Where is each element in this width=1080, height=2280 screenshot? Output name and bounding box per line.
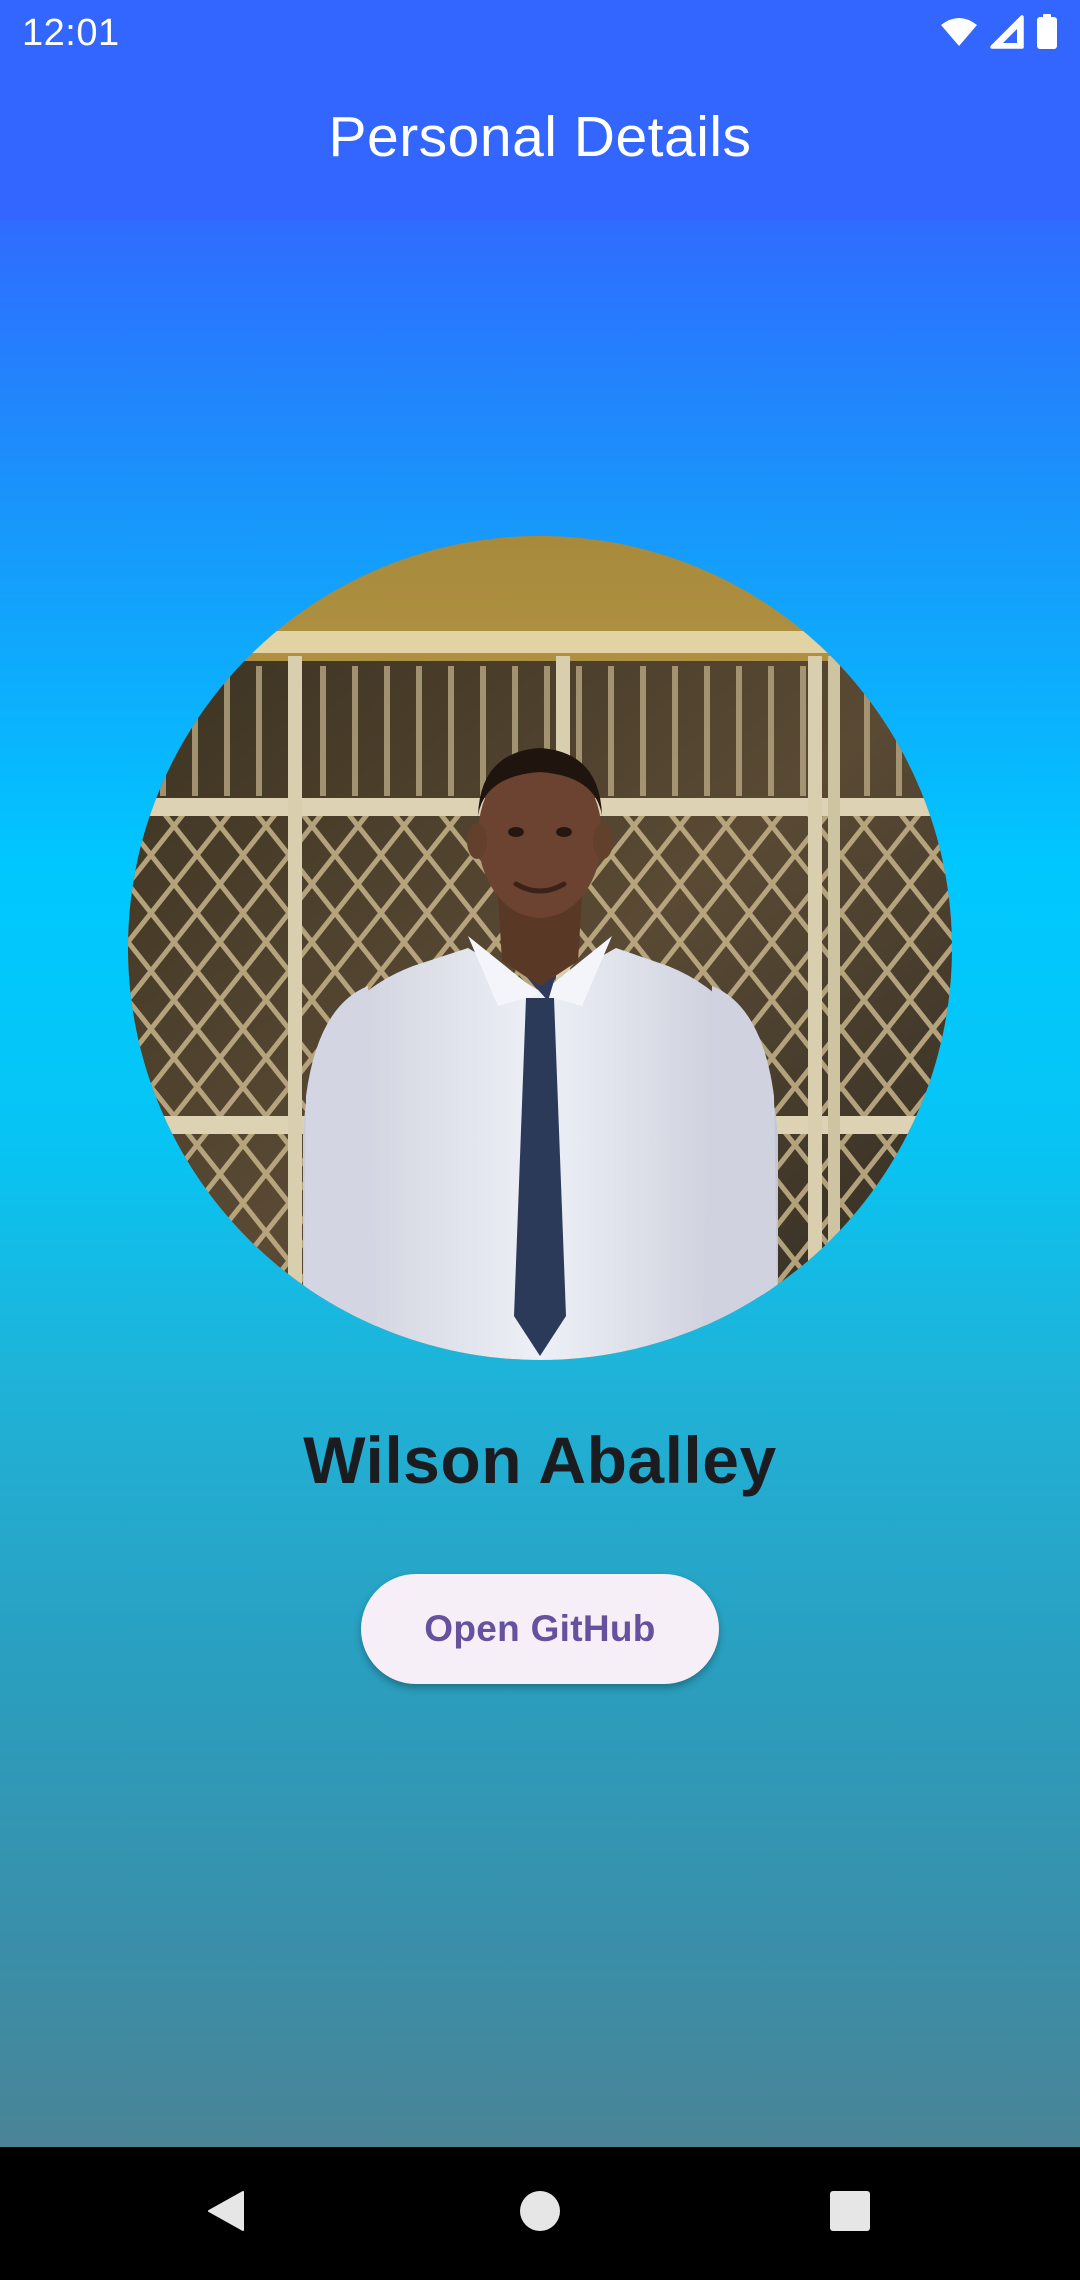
battery-icon <box>1036 13 1058 55</box>
app-title: Personal Details <box>328 105 752 169</box>
open-github-label: Open GitHub <box>424 1608 656 1649</box>
profile-photo-illustration <box>128 536 952 1360</box>
back-icon <box>205 2189 247 2238</box>
open-github-button[interactable]: Open GitHub <box>361 1574 719 1684</box>
wifi-icon <box>940 17 978 52</box>
home-icon <box>519 2190 561 2237</box>
navigation-bar <box>0 2147 1080 2280</box>
app-screen: 12:01 Personal Details Wilson Aballey Op… <box>0 0 1080 2280</box>
profile-photo <box>128 536 952 1360</box>
status-time: 12:01 <box>22 12 120 54</box>
cell-signal-icon <box>990 14 1024 54</box>
status-icons <box>940 13 1058 55</box>
person-name: Wilson Aballey <box>303 1423 777 1497</box>
nav-back-button[interactable] <box>156 2147 296 2280</box>
nav-recents-button[interactable] <box>780 2147 920 2280</box>
app-bar: Personal Details <box>0 66 1080 220</box>
nav-home-button[interactable] <box>470 2147 610 2280</box>
status-bar: 12:01 <box>0 0 1080 66</box>
recents-icon <box>829 2190 871 2237</box>
